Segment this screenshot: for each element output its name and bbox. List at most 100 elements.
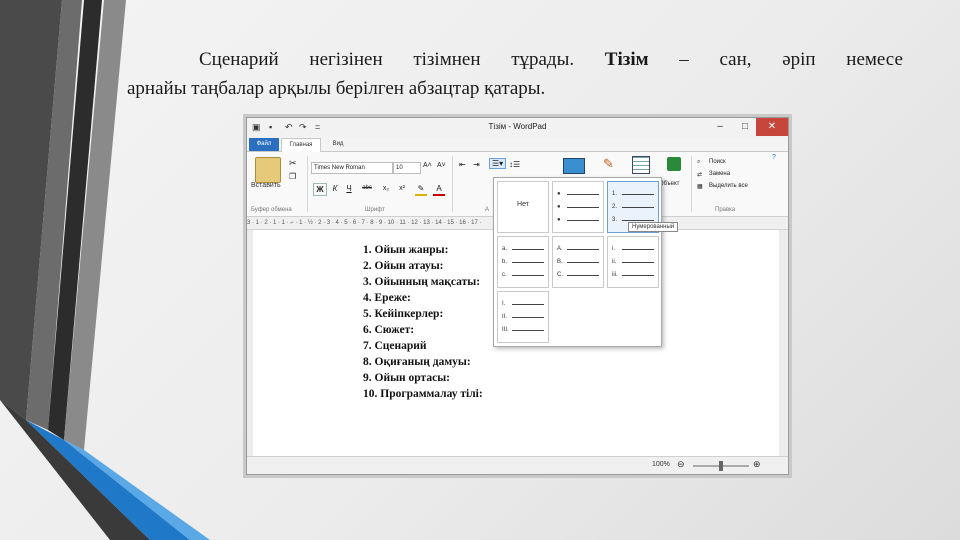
line-spacing-icon[interactable]: ↕☰	[509, 160, 520, 169]
font-name-select[interactable]: Times New Roman	[311, 162, 393, 174]
copy-icon[interactable]: ❐	[289, 172, 296, 181]
number-marker: 1.	[612, 191, 618, 197]
roman-marker: i.	[612, 246, 615, 252]
list-item: 3. Ойынның мақсаты:	[363, 276, 481, 288]
cut-icon[interactable]: ✂	[289, 158, 297, 169]
zoom-level: 100%	[652, 461, 670, 468]
grow-font-icon[interactable]: A˄	[423, 162, 432, 169]
divider	[691, 156, 692, 212]
close-button[interactable]: ✕	[756, 118, 788, 136]
tab-home[interactable]: Главная	[281, 138, 321, 152]
maximize-button[interactable]: □	[733, 118, 757, 136]
list-option-upper-alpha[interactable]: A. B. C.	[552, 236, 604, 288]
list-item: 6. Сюжет:	[363, 324, 415, 336]
bold-button[interactable]: Ж	[313, 183, 327, 196]
word: сан,	[719, 49, 752, 70]
font-size-select[interactable]: 10	[393, 162, 421, 174]
replace-button[interactable]: Замена	[709, 171, 730, 177]
alpha-marker: A.	[557, 246, 563, 252]
status-bar: 100% ⊖ ⊕	[247, 456, 788, 474]
bullet-marker: ●	[557, 204, 561, 210]
divider	[307, 156, 308, 212]
zoom-slider[interactable]	[693, 461, 749, 471]
roman-marker: iii.	[612, 272, 618, 278]
alpha-marker: b.	[502, 259, 508, 265]
alpha-marker: C.	[557, 272, 563, 278]
tooltip: Нумерованный	[628, 222, 679, 232]
number-marker: 3.	[612, 217, 618, 223]
list-item: 2. Ойын атауы:	[363, 260, 444, 272]
superscript-button[interactable]: x²	[395, 183, 409, 194]
bold-term: Тізім	[604, 49, 649, 70]
tab-file[interactable]: Файл	[249, 138, 279, 151]
paste-button[interactable]: Вставить	[251, 182, 281, 189]
paragraph-line-2: арнайы таңбалар арқылы берілген абзацтар…	[127, 78, 546, 99]
word: немесе	[846, 49, 903, 70]
subscript-button[interactable]: x₂	[379, 183, 393, 194]
select-all-button[interactable]: Выделить все	[709, 183, 748, 189]
zoom-slider-thumb[interactable]	[719, 461, 723, 471]
list-option-bullets[interactable]: ● ● ●	[552, 181, 604, 233]
list-item: 9. Ойын ортасы:	[363, 372, 450, 384]
list-item: 8. Оқиғаның дамуы:	[363, 356, 471, 368]
list-option-none[interactable]: Нет	[497, 181, 549, 233]
list-option-upper-roman[interactable]: I. II. III.	[497, 291, 549, 343]
zoom-out-icon[interactable]: ⊖	[677, 459, 685, 470]
list-option-lower-roman[interactable]: i. ii. iii.	[607, 236, 659, 288]
bullet-marker: ●	[557, 191, 561, 197]
find-button[interactable]: Поиск	[709, 159, 726, 165]
window-title: Тізім - WordPad	[488, 122, 547, 131]
strikethrough-button[interactable]: abc	[359, 183, 375, 194]
ribbon-tabs: Файл Главная Вид	[247, 138, 788, 152]
select-all-icon[interactable]: ▦	[697, 183, 703, 190]
title-bar: ▣ ▪ ↶ ↷ = Тізім - WordPad – □ ✕	[247, 118, 788, 138]
word: әріп	[782, 49, 816, 70]
roman-marker: I.	[502, 301, 506, 307]
zoom-in-icon[interactable]: ⊕	[753, 459, 761, 470]
list-style-dropdown: Нет ● ● ● 1. 2. 3. a. b. c. A. B. C. i. …	[493, 177, 662, 347]
word: –	[679, 49, 689, 70]
number-marker: 2.	[612, 204, 618, 210]
find-icon[interactable]: ⌕	[697, 159, 700, 166]
paste-icon[interactable]	[255, 157, 281, 183]
replace-icon[interactable]: ⇄	[697, 171, 702, 178]
minimize-button[interactable]: –	[708, 118, 732, 136]
document-list: 1. Ойын жанры: 2. Ойын атауы: 3. Ойынның…	[363, 242, 483, 402]
list-item: 1. Ойын жанры:	[363, 244, 449, 256]
group-font-label: Шрифт	[365, 207, 385, 213]
tab-view[interactable]: Вид	[325, 138, 351, 151]
divider	[452, 156, 453, 212]
word: тұрады.	[511, 49, 575, 70]
list-item: 4. Ереже:	[363, 292, 411, 304]
paint-drawing-icon[interactable]: ✎	[603, 156, 614, 172]
date-time-icon[interactable]	[632, 156, 650, 174]
paragraph-line-1: Сценарий негізінен тізімнен тұрады. Тізі…	[127, 45, 903, 74]
list-option-none-label: Нет	[517, 201, 529, 208]
list-option-lower-alpha[interactable]: a. b. c.	[497, 236, 549, 288]
italic-button[interactable]: К	[329, 183, 341, 194]
bullet-marker: ●	[557, 217, 561, 223]
underline-button[interactable]: Ч	[343, 183, 355, 194]
shrink-font-icon[interactable]: A˅	[437, 162, 446, 169]
insert-object-button[interactable]: Объект	[659, 181, 679, 187]
list-item: 5. Кейіпкерлер:	[363, 308, 444, 320]
wordpad-window: ▣ ▪ ↶ ↷ = Тізім - WordPad – □ ✕ Файл Гла…	[246, 117, 789, 475]
word: тізімнен	[413, 49, 481, 70]
decrease-indent-icon[interactable]: ⇤	[459, 160, 466, 169]
roman-marker: III.	[502, 327, 509, 333]
description-paragraph: Сценарий негізінен тізімнен тұрады. Тізі…	[127, 45, 903, 103]
list-item: 7. Сценарий	[363, 340, 427, 352]
insert-object-icon[interactable]	[667, 157, 681, 171]
list-style-button[interactable]: ☰▾	[489, 158, 507, 169]
increase-indent-icon[interactable]: ⇥	[473, 160, 480, 169]
roman-marker: II.	[502, 314, 508, 320]
group-paragraph-label: А	[485, 207, 490, 213]
picture-icon[interactable]	[563, 158, 585, 174]
alpha-marker: a.	[502, 246, 508, 252]
highlight-icon[interactable]: ✎	[415, 183, 427, 196]
word: негізінен	[309, 49, 383, 70]
list-item: 10. Программалау тілі:	[363, 388, 483, 400]
alpha-marker: B.	[557, 259, 563, 265]
help-icon[interactable]: ?	[772, 154, 776, 161]
font-color-button[interactable]: A	[433, 183, 445, 196]
